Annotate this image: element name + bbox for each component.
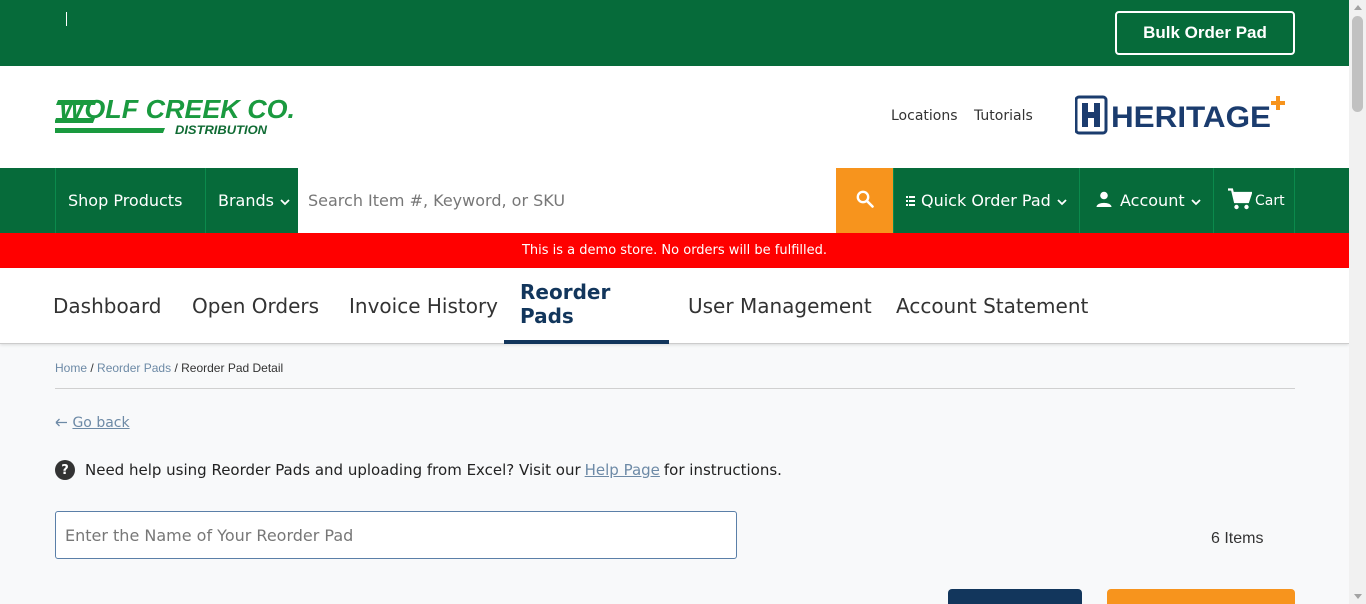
breadcrumb-separator: / (174, 361, 178, 375)
search-icon (856, 190, 874, 212)
site-header: WOLF CREEK CO. DISTRIBUTION Locations Tu… (0, 66, 1349, 168)
brands-label: Brands (218, 191, 274, 210)
cart-label: Cart (1255, 192, 1285, 209)
account-tabs: Dashboard Open Orders Invoice History Re… (0, 268, 1349, 344)
orange-action-button[interactable] (1107, 589, 1295, 604)
account-label: Account (1120, 191, 1185, 210)
search-field (298, 168, 836, 233)
help-notice: ? Need help using Reorder Pads and uploa… (55, 460, 782, 480)
locations-link[interactable]: Locations (891, 108, 958, 124)
brands-menu[interactable]: Brands (205, 168, 298, 233)
divider (55, 388, 1295, 389)
tab-dashboard[interactable]: Dashboard (53, 268, 162, 344)
go-back-link[interactable]: Go back (55, 415, 130, 431)
account-menu[interactable]: Account (1079, 168, 1213, 233)
shop-products-menu[interactable]: Shop Products (55, 168, 205, 233)
scrollbar-thumb[interactable] (1352, 16, 1363, 112)
quick-order-pad-menu[interactable]: Quick Order Pad (893, 168, 1079, 233)
tab-account-statement[interactable]: Account Statement (896, 268, 1088, 344)
main-navbar: Shop Products Brands Quick Order Pad Acc… (0, 168, 1349, 233)
svg-text:DISTRIBUTION: DISTRIBUTION (175, 123, 267, 137)
cart-icon (1228, 187, 1253, 214)
scroll-up-icon[interactable] (1354, 5, 1362, 10)
bulk-order-pad-button[interactable]: Bulk Order Pad (1115, 11, 1295, 55)
tab-reorder-pads[interactable]: Reorder Pads (504, 268, 669, 344)
shop-products-label: Shop Products (68, 191, 183, 210)
svg-text:WOLF CREEK CO.: WOLF CREEK CO. (59, 96, 295, 124)
reorder-pad-name-field (55, 511, 737, 559)
chevron-down-icon (1057, 191, 1067, 210)
wolf-creek-logo[interactable]: WOLF CREEK CO. DISTRIBUTION (53, 94, 300, 138)
help-page-link[interactable]: Help Page (585, 461, 660, 479)
cart-button[interactable]: Cart (1213, 168, 1295, 233)
demo-banner-text: This is a demo store. No orders will be … (521, 243, 828, 258)
reorder-pad-name-input[interactable] (56, 512, 736, 558)
items-count: 6 Items (1211, 530, 1264, 547)
breadcrumb: Home / Reorder Pads / Reorder Pad Detail (55, 361, 283, 375)
tab-user-management[interactable]: User Management (688, 268, 872, 344)
scroll-down-icon[interactable] (1354, 594, 1362, 599)
breadcrumb-current: Reorder Pad Detail (181, 361, 284, 375)
question-icon: ? (55, 460, 75, 480)
heritage-logo[interactable]: HERITAGE (1074, 94, 1290, 138)
chevron-down-icon (1190, 191, 1201, 210)
breadcrumb-reorder-pads[interactable]: Reorder Pads (97, 361, 171, 375)
list-icon (906, 191, 915, 210)
go-back-label: Go back (72, 415, 130, 431)
breadcrumb-separator: / (90, 361, 94, 375)
navy-action-button[interactable] (948, 589, 1082, 604)
help-text: Need help using Reorder Pads and uploadi… (85, 461, 581, 479)
search-input[interactable] (298, 168, 836, 233)
tab-invoice-history[interactable]: Invoice History (349, 268, 498, 344)
quick-order-pad-label: Quick Order Pad (921, 191, 1051, 210)
search-button[interactable] (836, 168, 893, 233)
text-cursor (66, 12, 67, 26)
chevron-down-icon (280, 191, 290, 210)
help-text-suffix: for instructions. (663, 461, 782, 479)
back-arrow-icon (55, 415, 72, 431)
breadcrumb-home[interactable]: Home (55, 361, 87, 375)
top-bar: Bulk Order Pad (0, 0, 1349, 66)
svg-text:HERITAGE: HERITAGE (1111, 101, 1271, 134)
page-scrollbar[interactable] (1349, 0, 1366, 604)
tab-open-orders[interactable]: Open Orders (192, 268, 319, 344)
user-icon (1096, 191, 1112, 211)
demo-store-banner: This is a demo store. No orders will be … (0, 233, 1349, 268)
tutorials-link[interactable]: Tutorials (974, 108, 1033, 124)
